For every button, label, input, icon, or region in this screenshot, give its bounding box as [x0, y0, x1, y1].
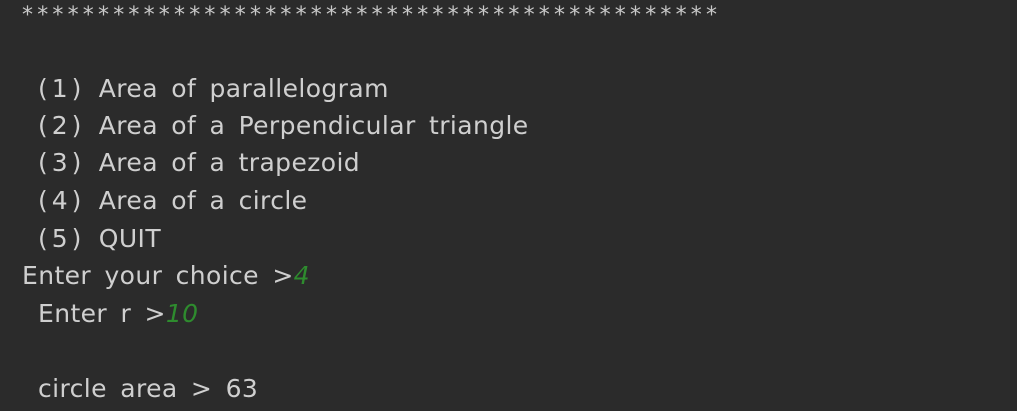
separator-line: ****************************************…: [22, 3, 722, 28]
result-line: circle area > 63: [38, 374, 259, 403]
menu-number: (4): [38, 186, 86, 215]
r-input-value[interactable]: 10: [166, 299, 199, 328]
menu-label: Area of a circle: [98, 186, 308, 215]
r-prompt: Enter r >: [38, 299, 166, 328]
choice-input-value[interactable]: 4: [294, 261, 310, 290]
menu-item-2: (2) Area of a Perpendicular triangle: [38, 111, 529, 141]
console-output: ****************************************…: [0, 0, 1017, 411]
choice-prompt-line[interactable]: Enter your choice >4: [22, 261, 310, 291]
menu-number: (2): [38, 111, 86, 140]
r-prompt-line[interactable]: Enter r >10: [38, 299, 198, 329]
menu-number: (5): [38, 224, 86, 253]
menu-number: (1): [38, 74, 86, 103]
menu-label: Area of a Perpendicular triangle: [98, 111, 529, 140]
menu-item-1: (1) Area of parallelogram: [38, 74, 389, 104]
menu-label: Area of parallelogram: [98, 74, 389, 103]
menu-label: QUIT: [98, 224, 162, 253]
menu-number: (3): [38, 148, 86, 177]
menu-item-5: (5) QUIT: [38, 224, 161, 254]
menu-label: Area of a trapezoid: [98, 148, 361, 177]
menu-item-4: (4) Area of a circle: [38, 186, 307, 216]
choice-prompt: Enter your choice >: [22, 261, 294, 290]
menu-item-3: (3) Area of a trapezoid: [38, 148, 360, 178]
